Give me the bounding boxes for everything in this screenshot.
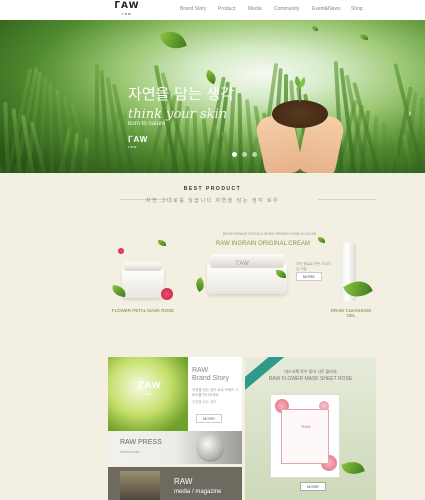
grass-blade xyxy=(237,92,244,173)
leaf-icon xyxy=(158,240,166,246)
brand-story-image: ᒥAW raw xyxy=(108,357,188,431)
slide-dot[interactable] xyxy=(242,152,247,157)
leaf-icon xyxy=(341,458,365,478)
media-magazine-tile[interactable]: RAW media / magazine xyxy=(108,467,242,500)
rose-icon xyxy=(161,288,173,300)
mask-sheet-promo[interactable]: 마스크팩 로우 장미 시트 플라워 RAW FLOWER MASK SHEET … xyxy=(245,357,376,500)
best-product-subtitle: 자연 그대로를 담습니다 자연을 담는 생각 로우 xyxy=(145,198,280,204)
nav-media[interactable]: Media xyxy=(248,6,262,12)
hero-logo: ᒥAW raw xyxy=(128,135,149,149)
hero-banner[interactable]: 자연을 담는 생각 think your skin born to nature… xyxy=(0,20,425,173)
product-label[interactable]: FLOWER PETAL MASK ROSE xyxy=(106,308,180,313)
grass-blade xyxy=(382,121,389,173)
nav-shop[interactable]: Shop xyxy=(351,6,363,12)
brand-story-tile[interactable]: ᒥAW raw RAW Brand Story 자연을 담는 생각 로우 브랜드… xyxy=(108,357,242,431)
product-label[interactable]: DRAW CLEANSING GEL xyxy=(326,308,376,318)
hero-tagline: born to nature xyxy=(128,121,166,127)
nav-event-news[interactable]: Event&News xyxy=(312,6,341,12)
hero-subtitle: think your skin xyxy=(128,107,228,122)
grass-blade xyxy=(48,82,55,173)
product-image[interactable] xyxy=(122,268,164,298)
nav-community[interactable]: Community xyxy=(274,6,299,12)
leaf-icon xyxy=(312,26,318,31)
more-button[interactable]: MORE xyxy=(296,272,322,281)
grass-blade xyxy=(94,64,99,173)
more-button[interactable]: MORE xyxy=(300,482,326,491)
product-image[interactable] xyxy=(207,264,287,294)
hero-title: 자연을 담는 생각 xyxy=(128,85,235,103)
grass-blade xyxy=(0,139,4,173)
header: ᒥAW raw Brand Story Product Media Commun… xyxy=(0,0,425,20)
promo-left-column: ᒥAW raw RAW Brand Story 자연을 담는 생각 로우 브랜드… xyxy=(108,357,242,500)
mask-pack-image: RAW xyxy=(270,394,340,478)
leaf-icon xyxy=(318,237,325,243)
slide-dot[interactable] xyxy=(232,152,237,157)
globe-image xyxy=(196,434,224,462)
nav-product[interactable]: Product xyxy=(218,6,235,12)
more-button[interactable]: MORE xyxy=(196,414,222,423)
nav-brand-story[interactable]: Brand Story xyxy=(180,6,206,12)
best-product-title: BEST PRODUCT xyxy=(183,186,242,192)
leaf-icon xyxy=(360,34,368,40)
raw-press-tile[interactable]: RAW PRESS media press xyxy=(108,431,242,464)
promo-title: RAW FLOWER MASK SHEET ROSE xyxy=(268,376,353,382)
leaf-icon xyxy=(193,277,207,292)
slide-indicator xyxy=(232,152,257,157)
raw-logo[interactable]: ᒥAW raw xyxy=(114,2,140,18)
slide-dot[interactable] xyxy=(252,152,257,157)
leaf-icon xyxy=(159,26,187,54)
media-image xyxy=(120,471,160,500)
hands-with-soil-image xyxy=(254,76,346,173)
product-title: RAW INGRAIN ORIGINAL CREAM xyxy=(216,241,310,247)
next-slide-arrow-icon[interactable]: › xyxy=(408,108,411,119)
rose-icon xyxy=(118,248,124,254)
